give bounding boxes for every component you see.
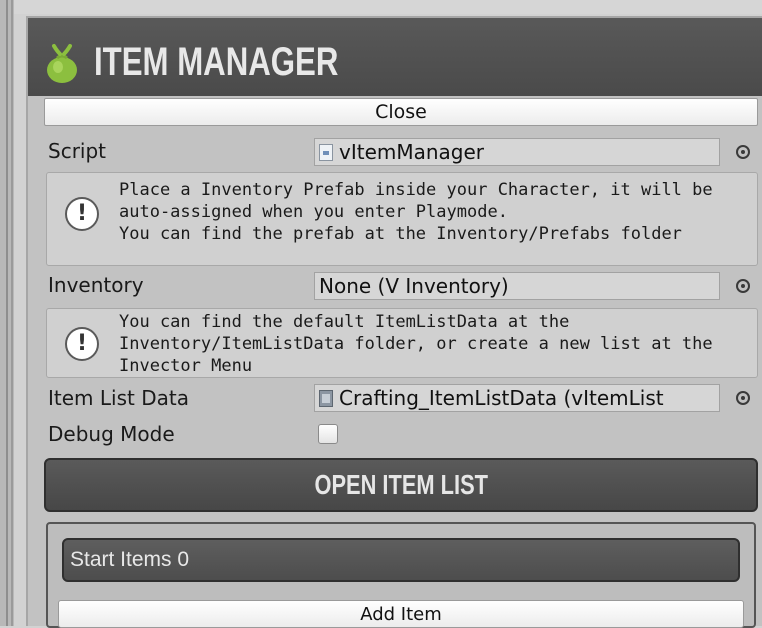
close-button[interactable]: Close <box>44 98 758 126</box>
object-picker-icon[interactable] <box>736 145 750 159</box>
item-list-data-label: Item List Data <box>48 386 189 410</box>
inventory-field[interactable]: None (V Inventory) <box>314 272 720 300</box>
help-box-item-list-data: ! You can find the default ItemListData … <box>46 308 758 378</box>
green-bag-icon <box>47 44 77 83</box>
debug-mode-label: Debug Mode <box>48 422 175 446</box>
edge-line <box>6 0 8 626</box>
item-list-data-value: Crafting_ItemListData (vItemList <box>339 386 664 410</box>
help-line: You can find the prefab at the Inventory… <box>119 224 682 244</box>
item-list-data-field[interactable]: Crafting_ItemListData (vItemList <box>314 384 720 412</box>
help-box-inventory-prefab: ! Place a Inventory Prefab inside your C… <box>46 172 758 266</box>
open-item-list-label: OPEN ITEM LIST <box>314 469 488 500</box>
item-manager-inspector: ITEM MANAGER Close Script vItemManager !… <box>26 16 762 628</box>
start-items-panel: Start Items 0 Add Item <box>46 522 756 628</box>
open-item-list-button[interactable]: OPEN ITEM LIST <box>44 458 758 512</box>
scriptable-object-icon <box>319 389 333 407</box>
help-line: Inventory/ItemListData folder, or create… <box>119 334 713 354</box>
script-value: vItemManager <box>339 140 485 164</box>
help-line: You can find the default ItemListData at… <box>119 312 570 332</box>
edge-line <box>11 0 13 626</box>
start-items-foldout[interactable]: Start Items 0 <box>62 538 740 582</box>
inventory-label: Inventory <box>48 273 144 297</box>
script-icon <box>319 143 333 161</box>
script-label: Script <box>48 139 107 163</box>
debug-mode-checkbox[interactable] <box>318 424 338 444</box>
help-line: Invector Menu <box>119 356 253 376</box>
page-title: ITEM MANAGER <box>94 40 339 84</box>
add-item-button[interactable]: Add Item <box>58 600 744 628</box>
script-field[interactable]: vItemManager <box>314 138 720 166</box>
left-edge <box>0 0 14 626</box>
object-picker-icon[interactable] <box>736 279 750 293</box>
top-edge <box>14 0 762 14</box>
inventory-value: None (V Inventory) <box>319 274 509 298</box>
help-line: auto-assigned when you enter Playmode. <box>119 202 508 222</box>
info-icon: ! <box>65 197 99 231</box>
help-line: Place a Inventory Prefab inside your Cha… <box>119 180 713 200</box>
header-bar: ITEM MANAGER <box>28 18 762 96</box>
object-picker-icon[interactable] <box>736 391 750 405</box>
info-icon: ! <box>65 327 99 361</box>
